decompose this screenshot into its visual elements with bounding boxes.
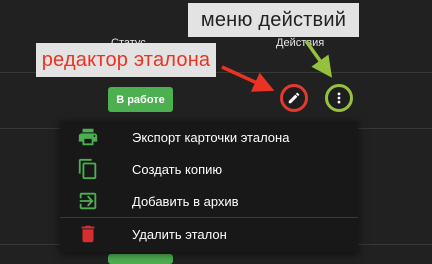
- trash-icon: [77, 223, 99, 245]
- actions-dropdown-menu: Экспорт карточки эталона Создать копию Д…: [60, 121, 358, 252]
- more-vertical-icon: [332, 91, 346, 105]
- menu-item-delete[interactable]: Удалить эталон: [60, 218, 358, 250]
- actions-menu-button[interactable]: [325, 84, 353, 112]
- menu-item-label: Экспорт карточки эталона: [132, 130, 290, 145]
- menu-item-archive[interactable]: Добавить в архив: [60, 185, 358, 217]
- menu-item-copy[interactable]: Создать копию: [60, 153, 358, 185]
- menu-item-label: Добавить в архив: [132, 194, 239, 209]
- menu-item-label: Создать копию: [132, 162, 223, 177]
- printer-icon: [77, 126, 99, 148]
- edit-etalon-button[interactable]: [280, 84, 308, 112]
- menu-item-label: Удалить эталон: [132, 227, 227, 242]
- archive-icon: [77, 190, 99, 212]
- copy-icon: [77, 158, 99, 180]
- menu-item-export[interactable]: Экспорт карточки эталона: [60, 121, 358, 153]
- pencil-icon: [287, 91, 301, 105]
